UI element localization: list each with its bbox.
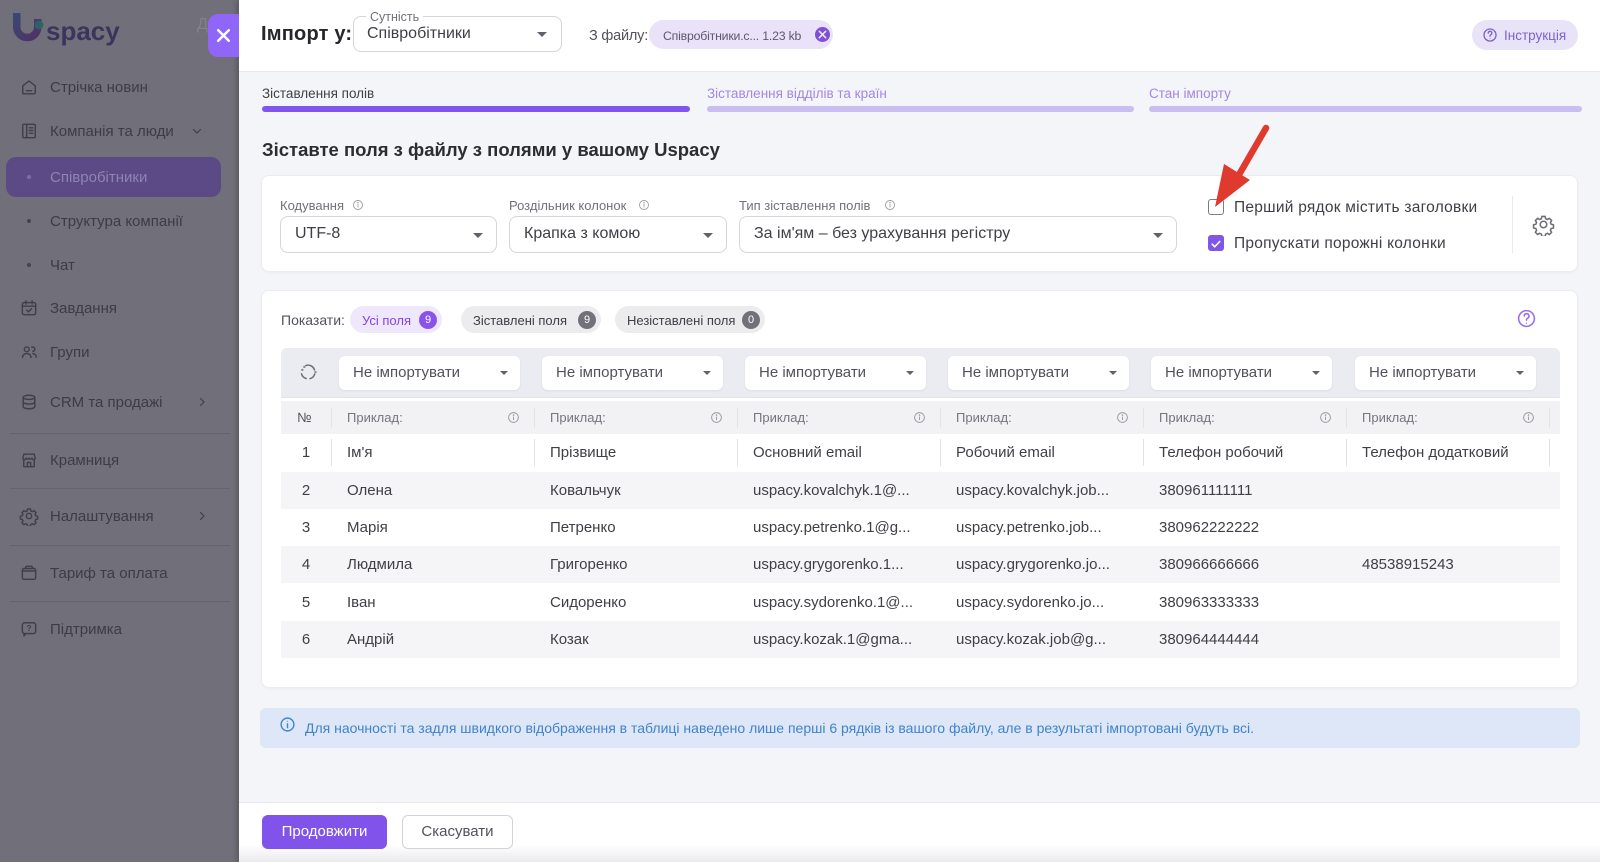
svg-text:?: ? bbox=[26, 623, 31, 633]
